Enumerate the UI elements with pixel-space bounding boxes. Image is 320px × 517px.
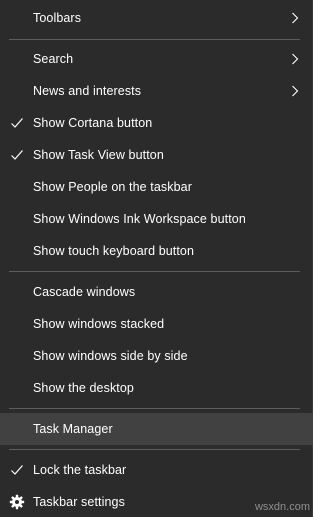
menu-separator (9, 408, 300, 409)
menu-item-label: Show windows side by side (33, 349, 188, 363)
checkmark-icon (11, 150, 23, 160)
menu-item-label: Show touch keyboard button (33, 244, 195, 258)
menu-item-show-windows-side-by-side[interactable]: Show windows side by side (0, 340, 313, 372)
gear-icon (9, 494, 25, 510)
menu-item-label: Show People on the taskbar (33, 180, 192, 194)
menu-item-label: Show Task View button (33, 148, 164, 162)
menu-separator (9, 449, 300, 450)
menu-item-show-touch-keyboard[interactable]: Show touch keyboard button (0, 235, 313, 267)
menu-item-show-people[interactable]: Show People on the taskbar (0, 171, 313, 203)
menu-item-cascade-windows[interactable]: Cascade windows (0, 276, 313, 308)
menu-item-label: Show Cortana button (33, 116, 153, 130)
menu-item-label: Show Windows Ink Workspace button (33, 212, 246, 226)
menu-item-label: News and interests (33, 84, 142, 98)
menu-item-label: Show windows stacked (33, 317, 165, 331)
menu-item-show-windows-stacked[interactable]: Show windows stacked (0, 308, 313, 340)
taskbar-context-menu: Toolbars Search News and interests Show … (0, 0, 313, 517)
menu-separator (9, 39, 300, 40)
menu-item-label: Show the desktop (33, 381, 134, 395)
menu-item-label: Taskbar settings (33, 495, 125, 509)
checkmark-icon (11, 118, 23, 128)
menu-item-label: Search (33, 52, 74, 66)
menu-item-label: Cascade windows (33, 285, 136, 299)
chevron-right-icon (292, 53, 299, 65)
menu-item-show-cortana-button[interactable]: Show Cortana button (0, 107, 313, 139)
menu-item-show-windows-ink[interactable]: Show Windows Ink Workspace button (0, 203, 313, 235)
menu-item-show-task-view-button[interactable]: Show Task View button (0, 139, 313, 171)
menu-item-toolbars[interactable]: Toolbars (0, 2, 313, 34)
menu-item-label: Lock the taskbar (33, 463, 127, 477)
menu-item-show-desktop[interactable]: Show the desktop (0, 372, 313, 404)
menu-item-task-manager[interactable]: Task Manager (0, 413, 313, 445)
watermark: wsxdn.com (254, 501, 310, 513)
menu-item-lock-taskbar[interactable]: Lock the taskbar (0, 454, 313, 486)
menu-item-search[interactable]: Search (0, 43, 313, 75)
checkmark-icon (11, 465, 23, 475)
menu-item-label: Toolbars (33, 11, 82, 25)
menu-item-label: Task Manager (33, 422, 113, 436)
chevron-right-icon (292, 12, 299, 24)
menu-separator (9, 271, 300, 272)
menu-item-news-and-interests[interactable]: News and interests (0, 75, 313, 107)
chevron-right-icon (292, 85, 299, 97)
